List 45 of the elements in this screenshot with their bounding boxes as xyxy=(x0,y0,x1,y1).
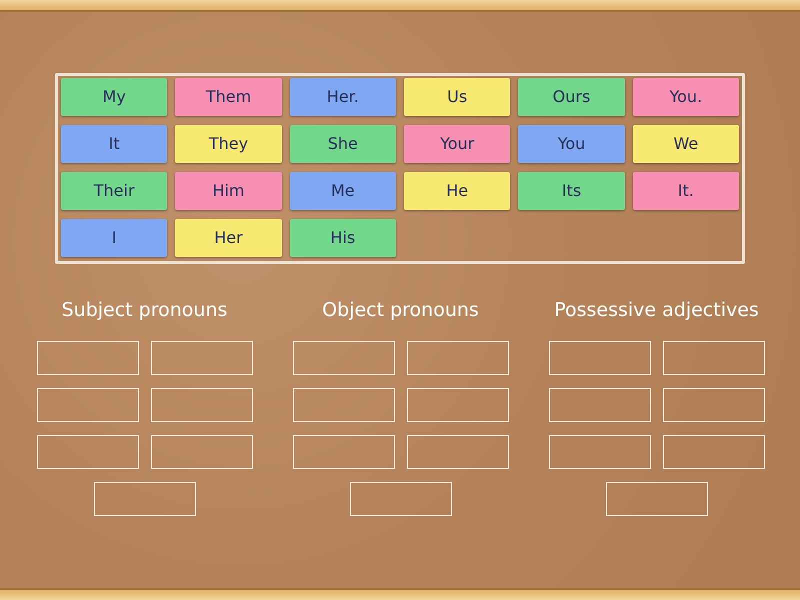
drop-slot[interactable] xyxy=(94,482,196,516)
word-card[interactable]: Them xyxy=(175,78,282,116)
drop-slot[interactable] xyxy=(662,388,764,422)
category-heading: Possessive adjectives xyxy=(554,298,759,322)
word-card[interactable]: We xyxy=(632,125,739,163)
word-card[interactable]: Ours xyxy=(518,78,625,116)
word-card[interactable]: His xyxy=(290,219,396,257)
drop-slot[interactable] xyxy=(36,388,138,422)
drop-slot[interactable] xyxy=(150,435,252,469)
drop-slot[interactable] xyxy=(606,482,708,516)
category-heading: Object pronouns xyxy=(322,298,479,322)
drop-slot[interactable] xyxy=(548,341,650,375)
drop-slot[interactable] xyxy=(548,388,650,422)
drop-slot[interactable] xyxy=(292,435,394,469)
drop-slot[interactable] xyxy=(292,388,394,422)
drop-slot[interactable] xyxy=(548,435,650,469)
drop-slot[interactable] xyxy=(406,435,508,469)
drop-slot[interactable] xyxy=(662,341,764,375)
word-card[interactable]: I xyxy=(61,219,168,257)
drop-slot[interactable] xyxy=(350,482,452,516)
word-card[interactable]: She xyxy=(290,125,396,163)
word-card[interactable]: Us xyxy=(404,78,510,116)
category-heading: Subject pronouns xyxy=(62,298,228,322)
drop-slot[interactable] xyxy=(150,341,252,375)
word-card[interactable]: Their xyxy=(61,172,168,210)
word-card[interactable]: It xyxy=(61,125,168,163)
word-card[interactable]: Me xyxy=(290,172,396,210)
word-card[interactable]: It. xyxy=(632,172,739,210)
drop-slot[interactable] xyxy=(36,341,138,375)
drop-slot[interactable] xyxy=(36,435,138,469)
word-card[interactable]: Its xyxy=(518,172,625,210)
word-card[interactable]: Her. xyxy=(290,78,396,116)
drop-slot[interactable] xyxy=(662,435,764,469)
word-card[interactable]: Your xyxy=(404,125,510,163)
drop-slot[interactable] xyxy=(406,341,508,375)
drop-slot[interactable] xyxy=(406,388,508,422)
word-card[interactable]: He xyxy=(404,172,510,210)
word-card[interactable]: Her xyxy=(175,219,282,257)
word-card[interactable]: They xyxy=(175,125,282,163)
drop-slot[interactable] xyxy=(150,388,252,422)
drop-slot[interactable] xyxy=(292,341,394,375)
word-card[interactable]: You. xyxy=(632,78,739,116)
word-card[interactable]: My xyxy=(61,78,168,116)
word-card[interactable]: You xyxy=(518,125,625,163)
word-card[interactable]: Him xyxy=(175,172,282,210)
